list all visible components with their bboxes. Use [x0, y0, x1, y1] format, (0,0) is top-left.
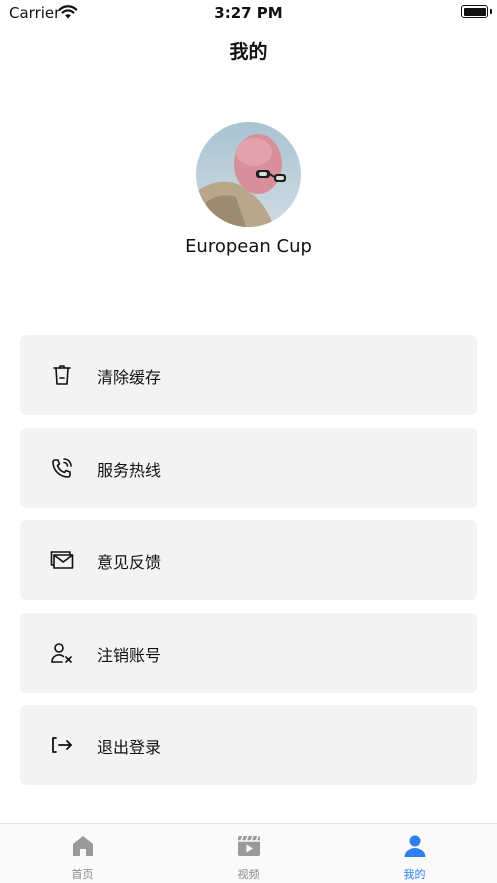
user-remove-icon: [51, 643, 72, 663]
menu-item-label: 意见反馈: [97, 553, 162, 572]
home-icon: [73, 836, 93, 856]
menu-item-logout[interactable]: 退出登录: [20, 705, 477, 785]
profile-icon: [404, 835, 426, 857]
username: European Cup: [185, 236, 312, 257]
tab-bar: 首页 视频 我的: [0, 823, 497, 883]
tab-profile[interactable]: 我的: [332, 824, 497, 883]
avatar-image: [196, 122, 301, 227]
tab-video[interactable]: 视频: [166, 824, 331, 883]
tab-label: 我的: [403, 868, 426, 881]
page-title: 我的: [229, 41, 268, 63]
tab-home[interactable]: 首页: [0, 824, 165, 883]
mail-icon: [50, 551, 74, 569]
status-time: 3:27 PM: [214, 4, 283, 22]
status-bar: Carrier 3:27 PM: [0, 0, 497, 26]
menu-item-label: 服务热线: [97, 461, 162, 480]
video-icon: [238, 835, 260, 856]
battery-icon: [461, 5, 492, 18]
trash-icon: [53, 365, 71, 385]
tab-label: 首页: [71, 868, 94, 881]
tab-label: 视频: [237, 868, 260, 881]
logout-icon: [52, 737, 72, 753]
avatar[interactable]: [196, 122, 301, 227]
menu-item-clear-cache[interactable]: 清除缓存: [20, 335, 477, 415]
phone-call-icon: [52, 458, 72, 478]
menu-item-label: 清除缓存: [97, 368, 162, 387]
menu-item-feedback[interactable]: 意见反馈: [20, 520, 477, 600]
menu-item-service-hotline[interactable]: 服务热线: [20, 428, 477, 508]
menu-item-delete-account[interactable]: 注销账号: [20, 613, 477, 693]
menu-item-label: 退出登录: [97, 738, 162, 757]
menu-item-label: 注销账号: [97, 646, 162, 665]
